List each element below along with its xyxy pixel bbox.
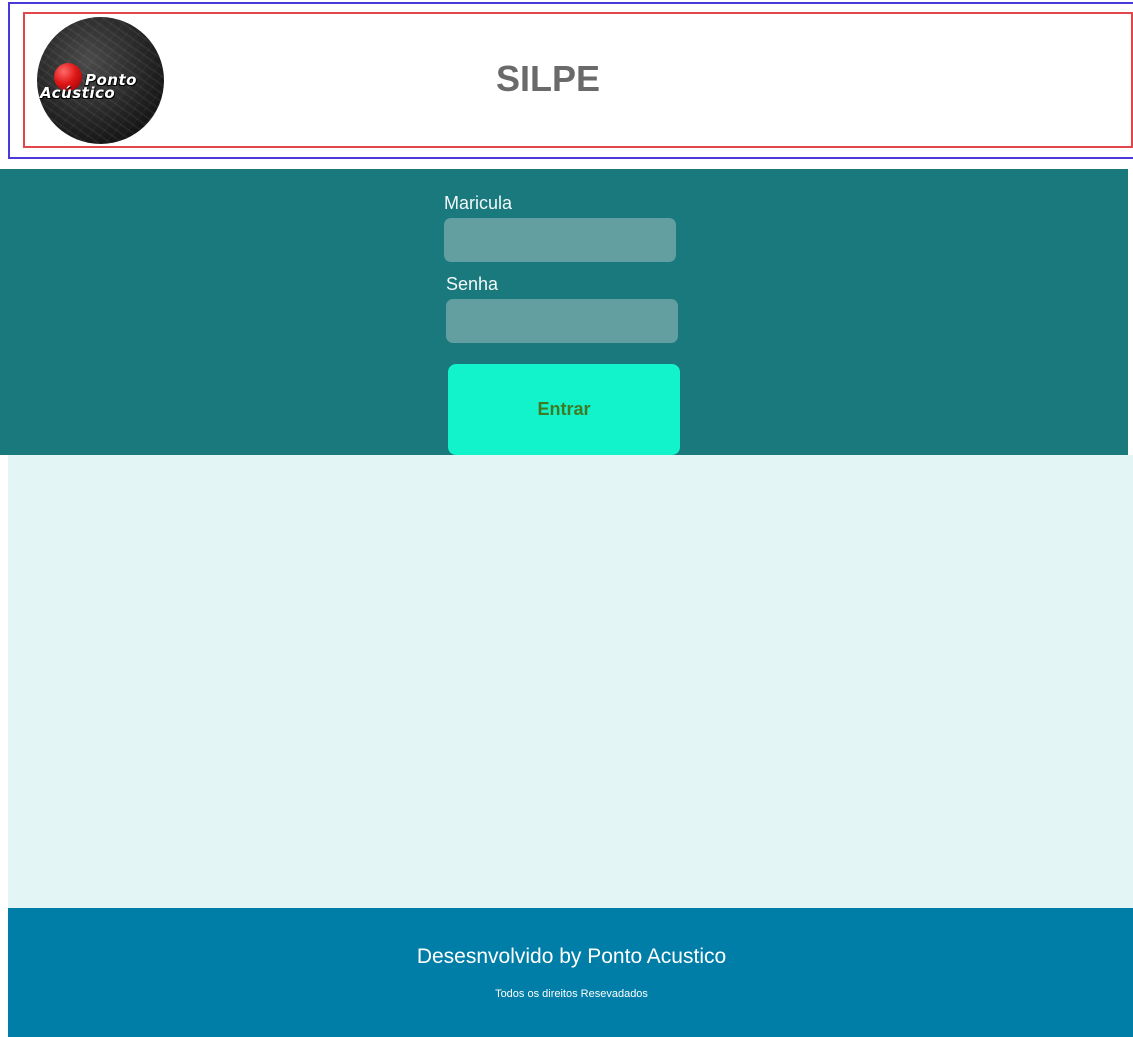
matricula-label: Maricula	[444, 193, 513, 213]
matricula-input[interactable]	[444, 218, 676, 262]
footer-background	[8, 908, 1133, 1037]
entrar-button[interactable]: Entrar	[448, 364, 680, 455]
senha-input[interactable]	[446, 299, 678, 343]
main-content-area	[8, 455, 1133, 908]
senha-label: Senha	[446, 274, 499, 294]
logo-text-line2: Acústico	[40, 84, 116, 102]
ponto-acustico-logo: Ponto Acústico	[37, 17, 164, 144]
footer-credit: Desesnvolvido by Ponto Acustico	[416, 945, 727, 968]
page-title: SILPE	[495, 58, 601, 99]
footer-rights: Todos os direitos Resevadados	[495, 988, 648, 1000]
